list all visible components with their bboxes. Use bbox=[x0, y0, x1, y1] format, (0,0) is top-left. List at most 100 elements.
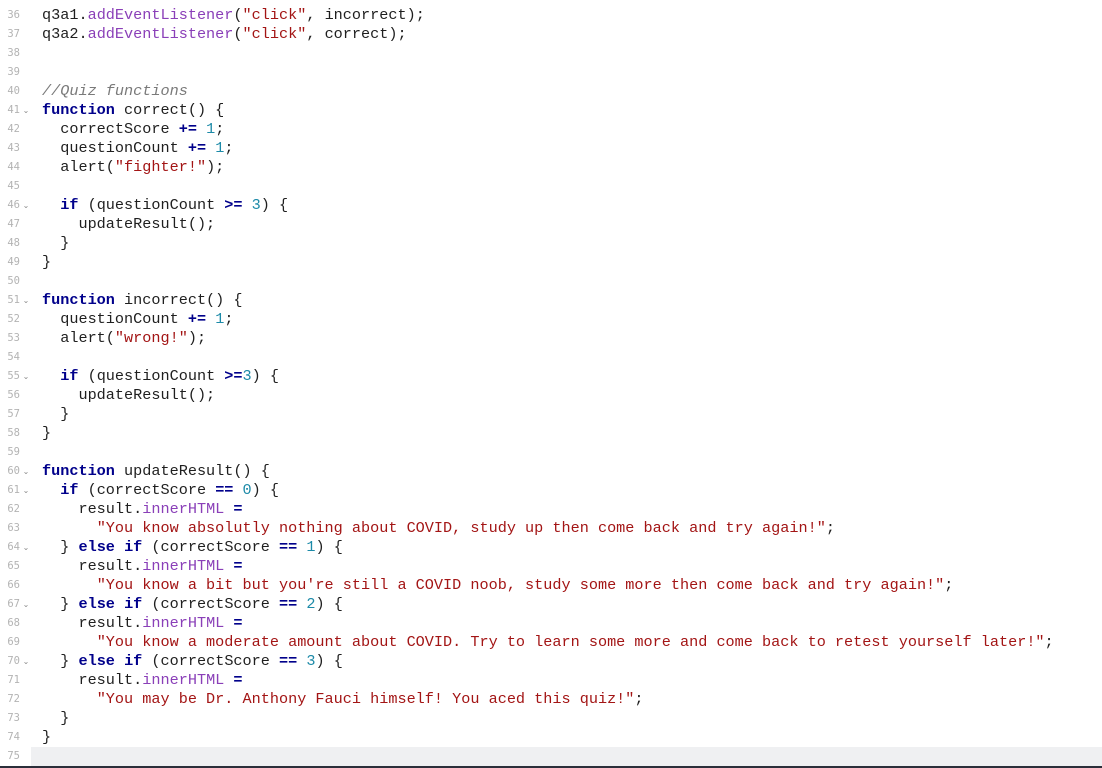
code-token-property: innerHTML bbox=[142, 557, 225, 575]
code-token: result. bbox=[42, 500, 143, 518]
line-number: 40 bbox=[7, 85, 20, 97]
code-text: } bbox=[42, 253, 51, 272]
code-token: (correctScore bbox=[142, 595, 280, 613]
code-line[interactable]: 43 questionCount += 1; bbox=[0, 139, 1102, 158]
line-number: 66 bbox=[7, 579, 20, 591]
code-line[interactable]: 60 ⌄ function updateResult() { bbox=[0, 462, 1102, 481]
code-token-keyword: else bbox=[78, 538, 115, 556]
code-line[interactable]: 70 ⌄ } else if (correctScore == 3) { bbox=[0, 652, 1102, 671]
fold-chevron-icon[interactable]: ⌄ bbox=[21, 101, 31, 120]
code-token: } bbox=[42, 538, 79, 556]
code-token: } bbox=[42, 652, 79, 670]
code-token-number: 3 bbox=[306, 652, 316, 670]
code-token-string: "wrong!" bbox=[114, 329, 188, 347]
code-token-keyword: >= bbox=[224, 196, 243, 214]
code-line[interactable]: 71 result.innerHTML = bbox=[0, 671, 1102, 690]
code-line[interactable]: 67 ⌄ } else if (correctScore == 2) { bbox=[0, 595, 1102, 614]
code-line[interactable]: 52 questionCount += 1; bbox=[0, 310, 1102, 329]
code-line[interactable]: 45 bbox=[0, 177, 1102, 196]
code-line[interactable]: 74} bbox=[0, 728, 1102, 747]
line-number: 68 bbox=[7, 617, 20, 629]
code-line[interactable]: 64 ⌄ } else if (correctScore == 1) { bbox=[0, 538, 1102, 557]
line-number: 56 bbox=[7, 389, 20, 401]
code-token-keyword: function bbox=[42, 291, 115, 309]
code-token-string: "You know a bit but you're still a COVID… bbox=[96, 576, 945, 594]
code-line[interactable]: 40 //Quiz functions bbox=[0, 82, 1102, 101]
code-token-string: "click" bbox=[242, 25, 307, 43]
code-line[interactable]: 69 "You know a moderate amount about COV… bbox=[0, 633, 1102, 652]
code-line[interactable]: 62 result.innerHTML = bbox=[0, 500, 1102, 519]
code-line[interactable]: 42 correctScore += 1; bbox=[0, 120, 1102, 139]
code-line[interactable]: 63 "You know absolutly nothing about COV… bbox=[0, 519, 1102, 538]
code-text: result.innerHTML = bbox=[42, 557, 242, 576]
code-line[interactable]: 56 updateResult(); bbox=[0, 386, 1102, 405]
fold-chevron-icon[interactable]: ⌄ bbox=[21, 652, 31, 671]
line-number: 60 bbox=[7, 465, 20, 477]
fold-chevron-icon[interactable]: ⌄ bbox=[21, 481, 31, 500]
code-line[interactable]: 50 bbox=[0, 272, 1102, 291]
code-line[interactable]: 39 bbox=[0, 63, 1102, 82]
code-line[interactable]: 61 ⌄ if (correctScore == 0) { bbox=[0, 481, 1102, 500]
code-token-string: "You know a moderate amount about COVID.… bbox=[96, 633, 1045, 651]
code-line[interactable]: 59 bbox=[0, 443, 1102, 462]
line-number: 53 bbox=[7, 332, 20, 344]
code-token: ) { bbox=[251, 481, 280, 499]
line-number: 67 bbox=[7, 598, 20, 610]
code-token: result. bbox=[42, 614, 143, 632]
code-text: } bbox=[42, 234, 69, 253]
code-line[interactable]: 44 alert("fighter!"); bbox=[0, 158, 1102, 177]
code-token-string: "You know absolutly nothing about COVID,… bbox=[96, 519, 826, 537]
fold-chevron-icon[interactable]: ⌄ bbox=[21, 196, 31, 215]
code-line[interactable]: 49} bbox=[0, 253, 1102, 272]
fold-chevron-icon[interactable]: ⌄ bbox=[21, 462, 31, 481]
code-token-keyword: += bbox=[187, 310, 207, 328]
code-line[interactable]: 36 q3a1.addEventListener("click", incorre… bbox=[0, 6, 1102, 25]
code-line[interactable]: 48 } bbox=[0, 234, 1102, 253]
code-line[interactable]: 68 result.innerHTML = bbox=[0, 614, 1102, 633]
code-line[interactable]: 47 updateResult(); bbox=[0, 215, 1102, 234]
code-line[interactable]: 55 ⌄ if (questionCount >=3) { bbox=[0, 367, 1102, 386]
code-line[interactable]: 41 ⌄ function correct() { bbox=[0, 101, 1102, 120]
code-text: questionCount += 1; bbox=[42, 310, 233, 329]
line-number: 39 bbox=[7, 66, 20, 78]
code-token: (correctScore bbox=[142, 538, 280, 556]
code-line[interactable]: 58} bbox=[0, 424, 1102, 443]
code-token: ; bbox=[215, 120, 225, 138]
code-line[interactable]: 37 q3a2.addEventListener("click", correct… bbox=[0, 25, 1102, 44]
fold-chevron-icon[interactable]: ⌄ bbox=[21, 538, 31, 557]
code-line[interactable]: 54 bbox=[0, 348, 1102, 367]
fold-chevron-icon[interactable]: ⌄ bbox=[21, 367, 31, 386]
fold-chevron-icon[interactable]: ⌄ bbox=[21, 595, 31, 614]
code-line[interactable]: 73 } bbox=[0, 709, 1102, 728]
code-line-active[interactable]: 75 bbox=[0, 747, 1102, 766]
line-number: 41 bbox=[7, 104, 20, 116]
code-line[interactable]: 72 "You may be Dr. Anthony Fauci himself… bbox=[0, 690, 1102, 709]
code-line[interactable]: 46 ⌄ if (questionCount >= 3) { bbox=[0, 196, 1102, 215]
code-token: } bbox=[42, 424, 52, 442]
code-line[interactable]: 65 result.innerHTML = bbox=[0, 557, 1102, 576]
code-text: alert("wrong!"); bbox=[42, 329, 206, 348]
code-token: ; bbox=[944, 576, 954, 594]
line-number: 45 bbox=[7, 180, 20, 192]
code-token: result. bbox=[42, 557, 143, 575]
code-line[interactable]: 53 alert("wrong!"); bbox=[0, 329, 1102, 348]
line-number: 69 bbox=[7, 636, 20, 648]
code-line[interactable]: 51 ⌄ function incorrect() { bbox=[0, 291, 1102, 310]
code-text: "You know a bit but you're still a COVID… bbox=[42, 576, 954, 595]
code-editor[interactable]: 36 q3a1.addEventListener("click", incorre… bbox=[0, 0, 1102, 768]
code-token: q3a2. bbox=[42, 25, 88, 43]
line-number: 64 bbox=[7, 541, 20, 553]
code-token: result. bbox=[42, 671, 143, 689]
code-line[interactable]: 38 bbox=[0, 44, 1102, 63]
code-token: ) { bbox=[315, 595, 343, 613]
line-number: 48 bbox=[7, 237, 20, 249]
fold-chevron-icon[interactable]: ⌄ bbox=[21, 291, 31, 310]
code-line[interactable]: 57 } bbox=[0, 405, 1102, 424]
code-token-keyword: += bbox=[178, 120, 197, 138]
code-line[interactable]: 66 "You know a bit but you're still a CO… bbox=[0, 576, 1102, 595]
code-text: result.innerHTML = bbox=[42, 614, 242, 633]
